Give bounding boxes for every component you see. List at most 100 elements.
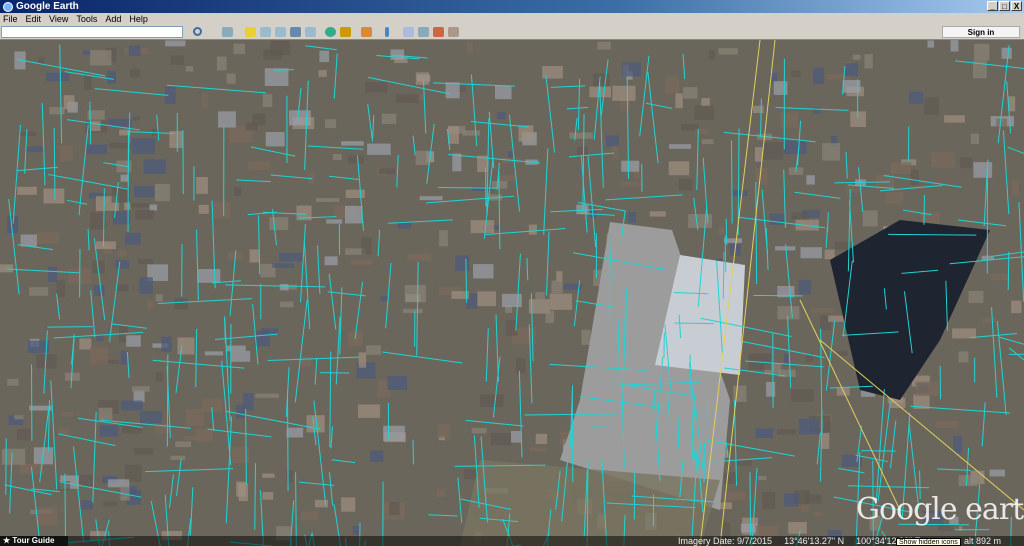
building xyxy=(103,501,118,507)
menu-add[interactable]: Add xyxy=(105,14,121,24)
building xyxy=(455,255,470,272)
polygon-icon[interactable] xyxy=(260,27,271,37)
building xyxy=(621,62,641,77)
building xyxy=(620,181,644,187)
building xyxy=(407,253,432,261)
parcel-line xyxy=(372,114,375,139)
image-overlay-icon[interactable] xyxy=(290,27,301,37)
tour-guide-label: Tour Guide xyxy=(12,536,55,545)
building xyxy=(99,425,119,437)
building xyxy=(516,358,526,374)
menu-file[interactable]: File xyxy=(3,14,18,24)
path-icon[interactable] xyxy=(275,27,286,37)
building xyxy=(61,411,74,417)
parcel-line xyxy=(998,336,1024,345)
building xyxy=(332,153,342,161)
building xyxy=(950,40,959,52)
parcel-line xyxy=(382,351,463,364)
ruler-icon[interactable] xyxy=(385,27,389,37)
building xyxy=(556,271,563,282)
search-icon[interactable] xyxy=(193,27,202,36)
building xyxy=(733,385,747,402)
building xyxy=(812,106,821,114)
building xyxy=(754,147,763,162)
building xyxy=(58,428,70,434)
menu-tools[interactable]: Tools xyxy=(76,14,97,24)
menu-help[interactable]: Help xyxy=(129,14,148,24)
building xyxy=(380,296,388,301)
map-view[interactable] xyxy=(0,40,1024,546)
building xyxy=(218,111,236,128)
sunlight-icon[interactable] xyxy=(340,27,351,37)
building xyxy=(378,168,396,175)
parcel-line xyxy=(196,229,199,301)
building xyxy=(79,338,92,350)
building xyxy=(762,141,784,160)
building xyxy=(128,45,141,56)
building xyxy=(154,183,170,202)
parcel-line xyxy=(508,114,521,212)
building xyxy=(134,185,155,198)
parcel-line xyxy=(518,370,523,458)
building xyxy=(132,116,140,121)
parcel-line xyxy=(775,107,849,111)
building xyxy=(611,145,619,159)
record-tour-icon[interactable] xyxy=(305,27,316,37)
building xyxy=(606,135,619,147)
parcel-line xyxy=(724,235,727,272)
historical-imagery-icon[interactable] xyxy=(325,27,336,37)
building xyxy=(147,300,154,309)
building xyxy=(968,290,984,303)
parcel-line xyxy=(78,124,89,216)
sidebar-toggle-icon[interactable] xyxy=(222,27,233,37)
parcel-line xyxy=(305,45,338,51)
view-in-maps-icon[interactable] xyxy=(448,27,459,37)
building xyxy=(777,306,800,320)
parcel-line xyxy=(329,351,332,448)
minimize-button[interactable]: _ xyxy=(987,1,998,11)
parcel-line xyxy=(90,290,96,338)
parcel-line xyxy=(674,322,714,325)
building xyxy=(494,85,512,100)
parcel-line xyxy=(295,472,297,546)
parcel-line xyxy=(545,231,550,296)
building xyxy=(90,120,101,132)
restore-button[interactable]: □ xyxy=(999,1,1010,11)
parcel-line xyxy=(492,356,501,418)
building xyxy=(470,220,495,234)
parcel-line xyxy=(765,228,769,271)
parcel-line xyxy=(457,477,463,523)
building xyxy=(89,50,112,66)
parcel-line xyxy=(47,326,93,328)
tour-guide-button[interactable]: ★ Tour Guide xyxy=(0,536,68,546)
save-image-icon[interactable] xyxy=(433,27,444,37)
parcel-line xyxy=(582,114,585,212)
building xyxy=(545,310,555,323)
building xyxy=(347,155,364,164)
search-input[interactable] xyxy=(1,26,183,38)
parcel-line xyxy=(207,428,272,438)
building xyxy=(499,174,517,181)
menu-view[interactable]: View xyxy=(49,14,68,24)
building xyxy=(138,259,154,264)
building xyxy=(777,429,797,435)
parcel-line xyxy=(270,174,313,180)
parcel-line xyxy=(432,82,515,87)
email-icon[interactable] xyxy=(403,27,414,37)
parcel-line xyxy=(157,298,252,304)
placemark-icon[interactable] xyxy=(245,27,256,37)
building xyxy=(93,285,105,296)
parcel-line xyxy=(825,320,836,391)
print-icon[interactable] xyxy=(418,27,429,37)
google-earth-watermark: Google earth xyxy=(856,492,1024,527)
building xyxy=(821,433,830,449)
parcel-line xyxy=(955,60,1024,69)
planets-icon[interactable] xyxy=(361,27,372,37)
building xyxy=(718,48,738,55)
parcel-line xyxy=(108,261,121,342)
sign-in-button[interactable]: Sign in xyxy=(942,26,1020,38)
close-button[interactable]: X xyxy=(1011,1,1022,11)
menu-edit[interactable]: Edit xyxy=(26,14,42,24)
building xyxy=(216,56,227,71)
building xyxy=(29,287,49,296)
